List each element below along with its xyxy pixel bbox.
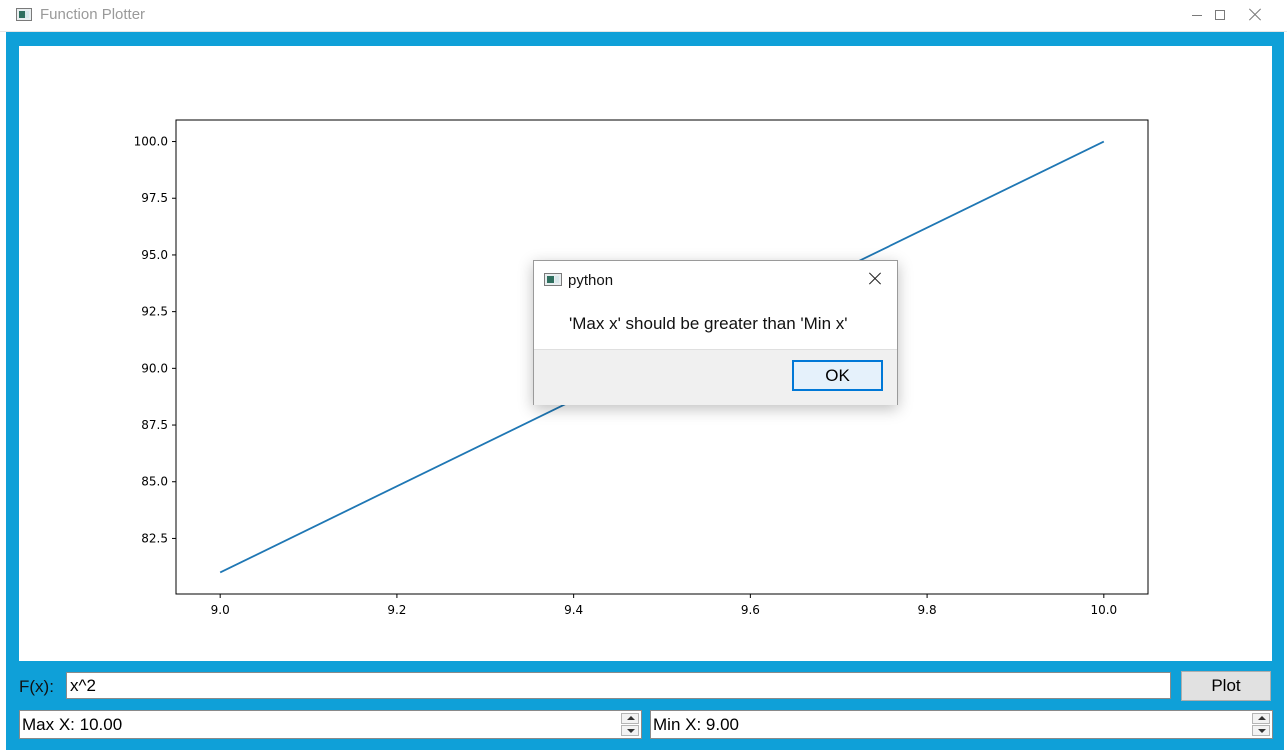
arrow-up-icon — [1258, 716, 1266, 720]
plot-button[interactable]: Plot — [1181, 671, 1271, 701]
min-x-increment-button[interactable] — [1252, 713, 1270, 724]
close-window-button[interactable] — [1232, 0, 1278, 30]
y-tick-label: 82.5 — [141, 531, 168, 545]
y-tick-label: 100.0 — [134, 135, 168, 149]
dialog-app-icon — [544, 273, 562, 286]
y-tick-label: 95.0 — [141, 248, 168, 262]
y-tick-label: 90.0 — [141, 361, 168, 375]
close-icon — [1248, 8, 1262, 22]
min-x-value: Min X: 9.00 — [653, 715, 739, 734]
y-tick-label: 92.5 — [141, 305, 168, 319]
ok-button[interactable]: OK — [792, 360, 883, 391]
window-titlebar: Function Plotter — [0, 0, 1287, 32]
y-tick-label: 85.0 — [141, 475, 168, 489]
min-x-decrement-button[interactable] — [1252, 725, 1270, 736]
x-tick-label: 10.0 — [1090, 603, 1117, 617]
y-tick-label: 97.5 — [141, 191, 168, 205]
close-icon — [868, 272, 882, 286]
function-input[interactable]: x^2 — [66, 672, 1171, 699]
window-title: Function Plotter — [40, 6, 146, 23]
x-tick-label: 9.4 — [564, 603, 583, 617]
x-tick-label: 9.2 — [387, 603, 406, 617]
x-tick-label: 9.6 — [741, 603, 760, 617]
arrow-up-icon — [627, 716, 635, 720]
x-tick-label: 9.0 — [211, 603, 230, 617]
max-x-spinbox[interactable]: Max X: 10.00 — [19, 710, 642, 739]
max-x-decrement-button[interactable] — [621, 725, 639, 736]
message-dialog: python 'Max x' should be greater than 'M… — [533, 260, 898, 405]
max-x-increment-button[interactable] — [621, 713, 639, 724]
maximize-icon — [1215, 10, 1225, 20]
dialog-title: python — [568, 272, 614, 289]
max-x-stepper — [621, 713, 639, 736]
dialog-close-button[interactable] — [861, 267, 889, 291]
arrow-down-icon — [627, 729, 635, 733]
max-x-value: Max X: 10.00 — [22, 715, 123, 734]
arrow-down-icon — [1258, 729, 1266, 733]
y-tick-label: 87.5 — [141, 418, 168, 432]
dialog-message: 'Max x' should be greater than 'Min x' — [569, 314, 848, 333]
app-icon — [16, 8, 32, 21]
min-x-stepper — [1252, 713, 1270, 736]
x-tick-label: 9.8 — [918, 603, 937, 617]
min-x-spinbox[interactable]: Min X: 9.00 — [650, 710, 1273, 739]
fx-label: F(x): — [19, 677, 54, 696]
dialog-button-bar: OK — [534, 349, 897, 405]
